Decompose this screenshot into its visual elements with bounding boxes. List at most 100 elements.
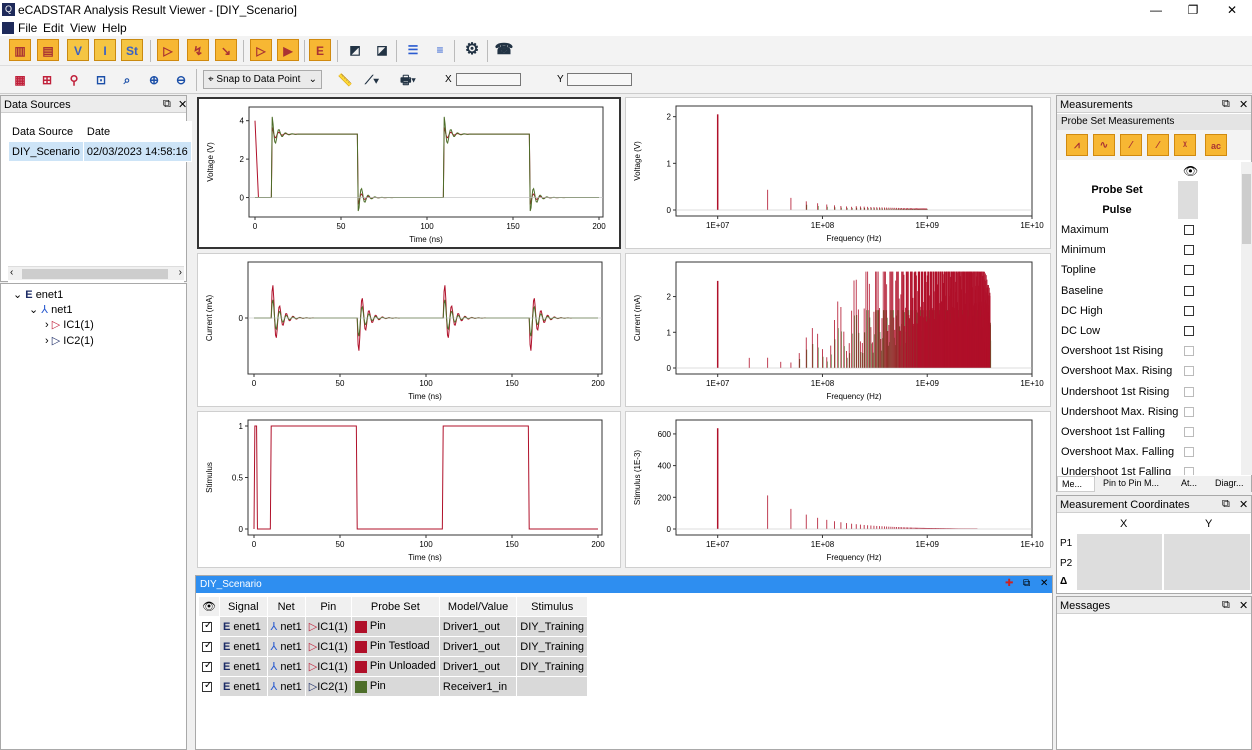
plot-stimulus[interactable]: Stimulus Time (ns) 0 50 100 150 200 1 0.5 0 xyxy=(197,411,621,568)
minimize-button[interactable]: — xyxy=(1141,2,1171,18)
column-header[interactable]: Probe Set xyxy=(350,596,440,617)
measurement-checkbox[interactable] xyxy=(1184,447,1194,458)
eye-icon[interactable]: 👁 xyxy=(1183,164,1198,178)
tree-root[interactable]: ⌄ E enet1 xyxy=(13,288,63,301)
waveform-ring-icon[interactable]: ∿ xyxy=(1093,134,1115,156)
export-icon[interactable]: ◩ xyxy=(344,39,366,61)
measurement-checkbox[interactable] xyxy=(1184,386,1194,397)
float-icon[interactable]: ⧉ xyxy=(1023,578,1030,589)
float-icon[interactable]: ⧉ xyxy=(1222,599,1230,612)
phone-icon[interactable]: ☎ xyxy=(493,39,515,61)
pin-icon[interactable]: ✚ xyxy=(1005,578,1013,589)
measurement-checkbox[interactable] xyxy=(1184,326,1194,336)
zoom-in-icon[interactable]: ⊕ xyxy=(143,69,165,91)
slope-fall-icon[interactable]: ∕ xyxy=(1147,134,1169,156)
chevron-right-icon[interactable]: › xyxy=(45,319,49,331)
float-icon[interactable]: ⧉ xyxy=(1222,98,1230,111)
float-icon[interactable]: ⧉ xyxy=(1222,498,1230,511)
eye-icon[interactable]: 👁 xyxy=(198,596,220,617)
gear-icon[interactable]: ⚙ xyxy=(461,39,483,61)
x-coordinate-field[interactable] xyxy=(456,73,521,86)
table-row[interactable]: ✓ E enet1 ⅄ net1 ▷IC1(1) Pin Unloaded Driver… xyxy=(198,656,589,677)
measurement-checkbox[interactable] xyxy=(1184,305,1194,316)
fit-icon[interactable]: ⊞ xyxy=(36,69,58,91)
menu-view[interactable]: View xyxy=(70,21,96,35)
menu-file[interactable]: File xyxy=(18,21,37,35)
horizontal-scrollbar[interactable]: ‹ › xyxy=(8,266,184,280)
vertical-scrollbar[interactable] xyxy=(1241,162,1252,475)
chevron-down-icon[interactable]: ⌄ xyxy=(13,289,22,301)
probe-net-icon[interactable]: ↯ xyxy=(187,39,209,61)
zoom-fit-icon[interactable]: ⊡ xyxy=(90,69,112,91)
close-icon[interactable]: ✕ xyxy=(178,98,187,111)
float-icon[interactable]: ⧉ xyxy=(163,98,171,111)
snap-dropdown[interactable]: ⌖ Snap to Data Point ⌄ xyxy=(203,70,322,89)
column-header[interactable]: Signal xyxy=(218,596,268,617)
probe-driver-icon[interactable]: ▷ xyxy=(157,39,179,61)
measurement-checkbox[interactable] xyxy=(1184,406,1194,417)
column-header[interactable]: Model/Value xyxy=(438,596,518,617)
close-icon[interactable]: ✕ xyxy=(1239,599,1248,612)
plot-current-f[interactable]: Current (mA) Frequency (Hz) 1E+07 1E+08 1E+0… xyxy=(625,253,1051,407)
close-icon[interactable]: ✕ xyxy=(1239,498,1248,511)
measurement-checkbox[interactable] xyxy=(1184,285,1194,296)
tab-attributes[interactable]: At... xyxy=(1181,478,1197,488)
menu-help[interactable]: Help xyxy=(102,21,127,35)
scroll-thumb[interactable] xyxy=(1242,174,1251,244)
chevron-right-icon[interactable]: › xyxy=(179,267,182,278)
visibility-checkbox[interactable]: ✓ xyxy=(202,680,212,692)
plot-voltage-f[interactable]: Voltage (V) Frequency (Hz) 1E+07 1E+08 1E+09… xyxy=(625,97,1051,249)
tab-measurements[interactable]: Me... xyxy=(1057,476,1095,492)
cascade-icon[interactable]: ≡ xyxy=(429,39,451,61)
y-coordinate-field[interactable] xyxy=(567,73,632,86)
visibility-checkbox[interactable]: ✓ xyxy=(202,620,212,632)
menu-edit[interactable]: Edit xyxy=(43,21,64,35)
table-row[interactable]: ✓ E enet1 ⅄ net1 ▷IC2(1) Pin Receiver1_in xyxy=(198,676,589,697)
stimulus-view-icon[interactable]: St xyxy=(121,39,143,61)
ac-icon[interactable]: ac xyxy=(1205,134,1227,156)
column-header[interactable]: Net xyxy=(266,596,306,617)
histogram-icon[interactable]: ▤ xyxy=(37,39,59,61)
threshold-icon[interactable]: ᵡ xyxy=(1174,134,1196,156)
chevron-right-icon[interactable]: › xyxy=(45,335,49,347)
current-view-icon[interactable]: I xyxy=(94,39,116,61)
data-source-name[interactable]: DIY_Scenario xyxy=(8,141,84,162)
tab-diagrams[interactable]: Diagr... xyxy=(1215,478,1244,488)
scroll-thumb[interactable] xyxy=(22,269,168,279)
close-icon[interactable]: ✕ xyxy=(1239,98,1248,111)
visibility-checkbox[interactable]: ✓ xyxy=(202,660,212,672)
split-horizontal-icon[interactable]: ☰ xyxy=(402,39,424,61)
zoom-select-icon[interactable]: ⚲ xyxy=(63,69,85,91)
color-swatch[interactable] xyxy=(354,680,367,693)
col-date[interactable]: Date xyxy=(82,121,192,142)
zoom-out-icon[interactable]: ⊖ xyxy=(170,69,192,91)
voltage-view-icon[interactable]: V xyxy=(67,39,89,61)
plot-current[interactable]: Current (mA) Time (ns) 0 50 100 150 200 0 xyxy=(197,253,621,407)
measurement-checkbox[interactable] xyxy=(1184,225,1194,235)
bar-chart-icon[interactable]: ▥ xyxy=(9,39,31,61)
color-swatch[interactable] xyxy=(354,640,367,653)
measurement-checkbox[interactable] xyxy=(1184,427,1194,437)
measure-icon[interactable]: ⟋▾ xyxy=(361,69,383,91)
measurement-checkbox[interactable] xyxy=(1184,467,1194,475)
chevron-down-icon[interactable]: ⌄ xyxy=(29,304,38,316)
driver-pin-icon[interactable]: ▷ xyxy=(250,39,272,61)
probe-receiver-icon[interactable]: ↘ xyxy=(215,39,237,61)
measurement-checkbox[interactable] xyxy=(1184,265,1194,276)
column-header[interactable]: Pin xyxy=(304,596,352,617)
color-swatch[interactable] xyxy=(354,620,367,633)
ruler-icon[interactable]: 📏 xyxy=(334,69,356,91)
visibility-checkbox[interactable]: ✓ xyxy=(202,640,212,652)
close-button[interactable]: ✕ xyxy=(1217,2,1247,18)
measurement-checkbox[interactable] xyxy=(1184,366,1194,377)
tree-pin-ic1[interactable]: › ▷ IC1(1) xyxy=(45,318,94,331)
column-header[interactable]: Stimulus xyxy=(516,596,589,617)
table-row[interactable]: ✓ E enet1 ⅄ net1 ▷IC1(1) Pin Driver1_out DIY_… xyxy=(198,616,589,637)
tab-pin-to-pin[interactable]: Pin to Pin M... xyxy=(1103,478,1159,488)
import-icon[interactable]: ◪ xyxy=(371,39,393,61)
color-swatch[interactable] xyxy=(354,660,367,673)
waveform-rise-icon[interactable]: ⩘ xyxy=(1066,134,1088,156)
tree-net[interactable]: ⌄ ⅄ net1 xyxy=(29,303,73,316)
data-source-date[interactable]: 02/03/2023 14:58:16 xyxy=(82,141,192,162)
col-data-source[interactable]: Data Source xyxy=(8,121,84,142)
